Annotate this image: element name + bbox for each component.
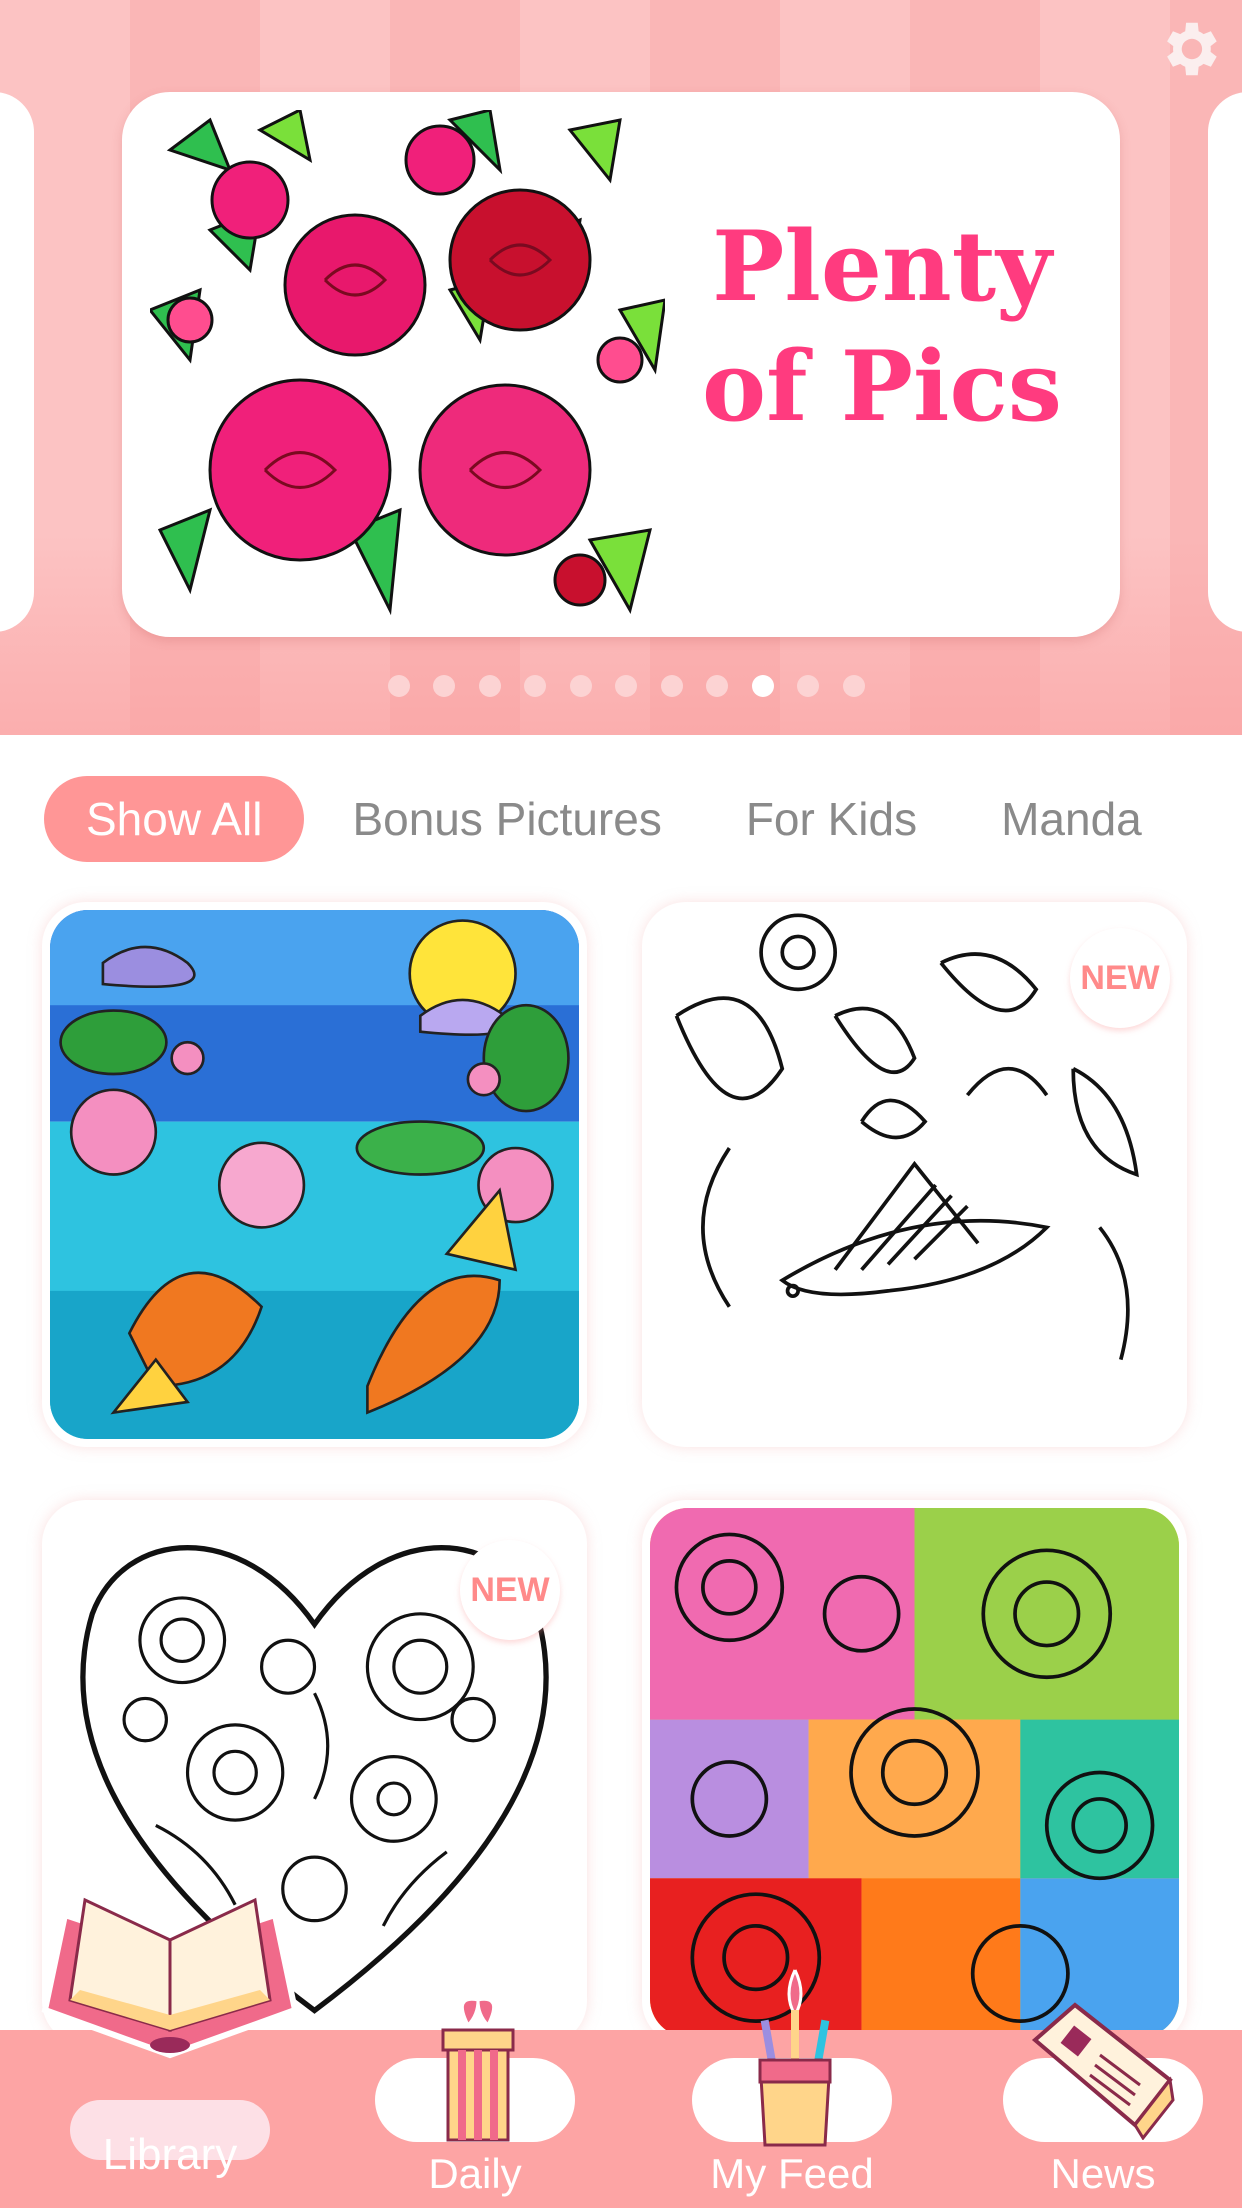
nav-daily-label: Daily: [428, 2150, 522, 2197]
pager-dot[interactable]: [478, 675, 501, 697]
banner-title: Plenty of Pics: [682, 207, 1082, 447]
new-badge: NEW: [460, 1540, 560, 1640]
carousel-pager: [0, 675, 1242, 697]
pager-dot[interactable]: [797, 675, 819, 697]
pager-dot[interactable]: [615, 675, 637, 697]
pager-dot[interactable]: [660, 675, 683, 697]
pager-dot[interactable]: [387, 675, 410, 697]
tab-for-kids[interactable]: For Kids: [704, 776, 959, 862]
brush-cup-icon: [758, 1969, 832, 2147]
banner-title-line1: Plenty: [712, 210, 1052, 323]
pager-dot-active[interactable]: [751, 675, 774, 697]
carousel-prev-card[interactable]: [0, 92, 34, 632]
pager-dot[interactable]: [569, 675, 592, 697]
pager-dot[interactable]: [842, 675, 865, 697]
gallery-tile-koi[interactable]: [42, 902, 587, 1447]
nav-library-label: Library: [102, 2130, 238, 2179]
category-tabs: Show All Bonus Pictures For Kids Manda: [44, 776, 1184, 862]
koi-lotus-artwork: [50, 910, 579, 1439]
new-badge: NEW: [1070, 928, 1170, 1028]
tab-show-all[interactable]: Show All: [44, 776, 305, 862]
banner-title-line2: of Pics: [702, 330, 1062, 443]
nav-my-feed-label: My Feed: [710, 2150, 874, 2197]
rainbow-swirls-artwork: [650, 1508, 1179, 2037]
featured-banner[interactable]: Plenty of Pics: [122, 92, 1120, 637]
pager-dot[interactable]: [433, 675, 455, 697]
gear-icon[interactable]: [1154, 14, 1224, 84]
newspaper-icon: [1031, 2002, 1175, 2140]
pager-dot[interactable]: [706, 675, 728, 697]
nav-news-label: News: [1050, 2150, 1156, 2197]
gift-icon: [441, 1997, 515, 2142]
pager-dot[interactable]: [524, 675, 546, 697]
carousel-next-card[interactable]: [1208, 92, 1242, 632]
gallery-tile-swirls[interactable]: [642, 1500, 1187, 2045]
tab-mandalas[interactable]: Manda: [959, 776, 1184, 862]
tab-bonus-pictures[interactable]: Bonus Pictures: [310, 776, 703, 862]
book-icon: [41, 1897, 299, 2059]
roses-artwork: [150, 110, 665, 620]
